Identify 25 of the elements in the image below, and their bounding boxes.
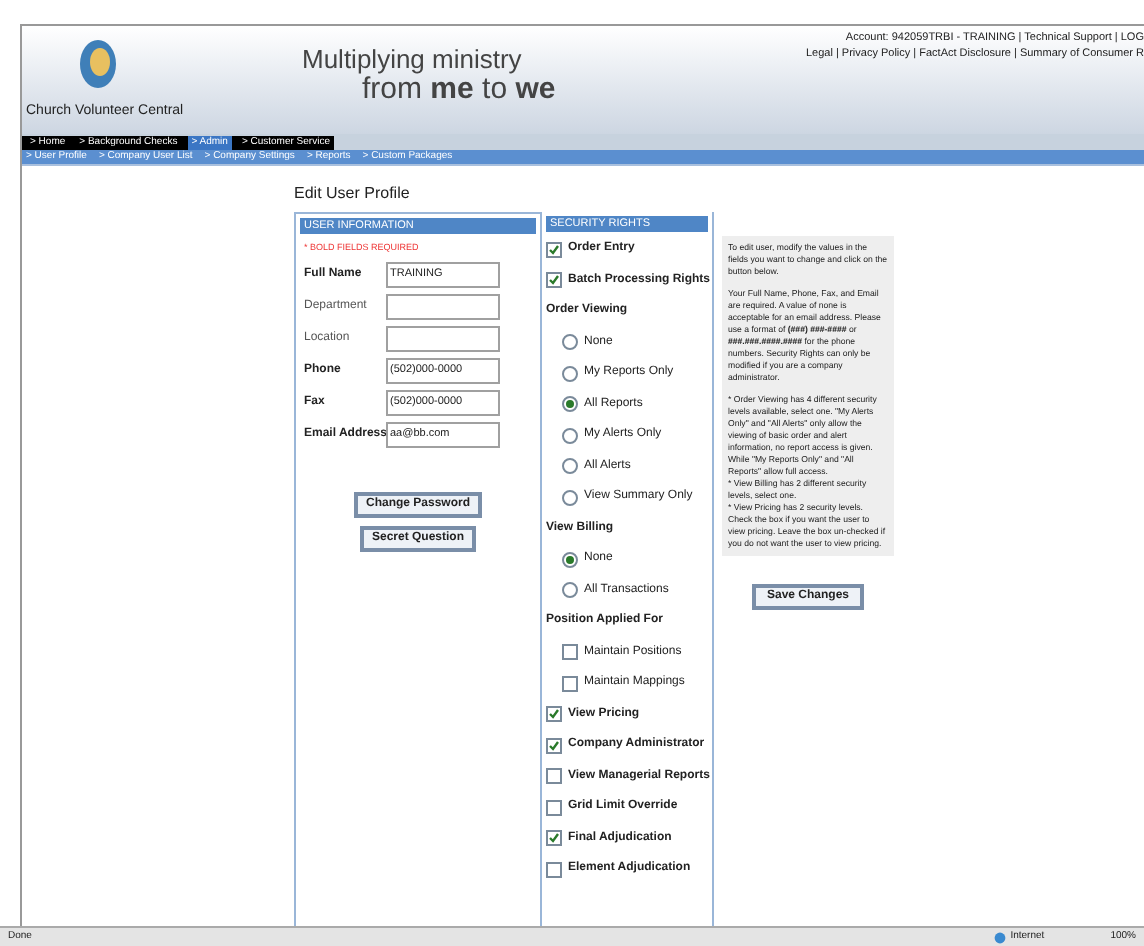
radio-button[interactable] [562, 396, 578, 413]
checkbox[interactable] [546, 799, 562, 816]
tagline: from me to we [362, 74, 558, 106]
checkbox[interactable] [546, 861, 562, 878]
radio-button[interactable] [562, 551, 578, 568]
checkbox[interactable] [546, 737, 562, 754]
checkbox[interactable] [546, 830, 562, 847]
checkbox[interactable] [546, 241, 562, 258]
radio-button[interactable] [562, 582, 578, 599]
checkbox[interactable] [546, 706, 562, 723]
radio-button[interactable] [562, 365, 578, 382]
globe-icon [994, 931, 1007, 943]
page-title: Edit User Profile [294, 182, 412, 206]
checkbox[interactable] [562, 675, 578, 692]
radio-button[interactable] [562, 489, 578, 506]
tagline: Multiplying ministry [302, 46, 524, 74]
radio-button[interactable] [562, 334, 578, 351]
radio-button[interactable] [562, 427, 578, 444]
input-field[interactable] [386, 293, 500, 320]
checkbox[interactable] [562, 644, 578, 661]
input-field[interactable] [386, 325, 500, 352]
radio-button[interactable] [562, 458, 578, 475]
globe-logo-icon [78, 38, 118, 90]
checkbox[interactable] [546, 768, 562, 785]
checkbox[interactable] [546, 272, 562, 289]
